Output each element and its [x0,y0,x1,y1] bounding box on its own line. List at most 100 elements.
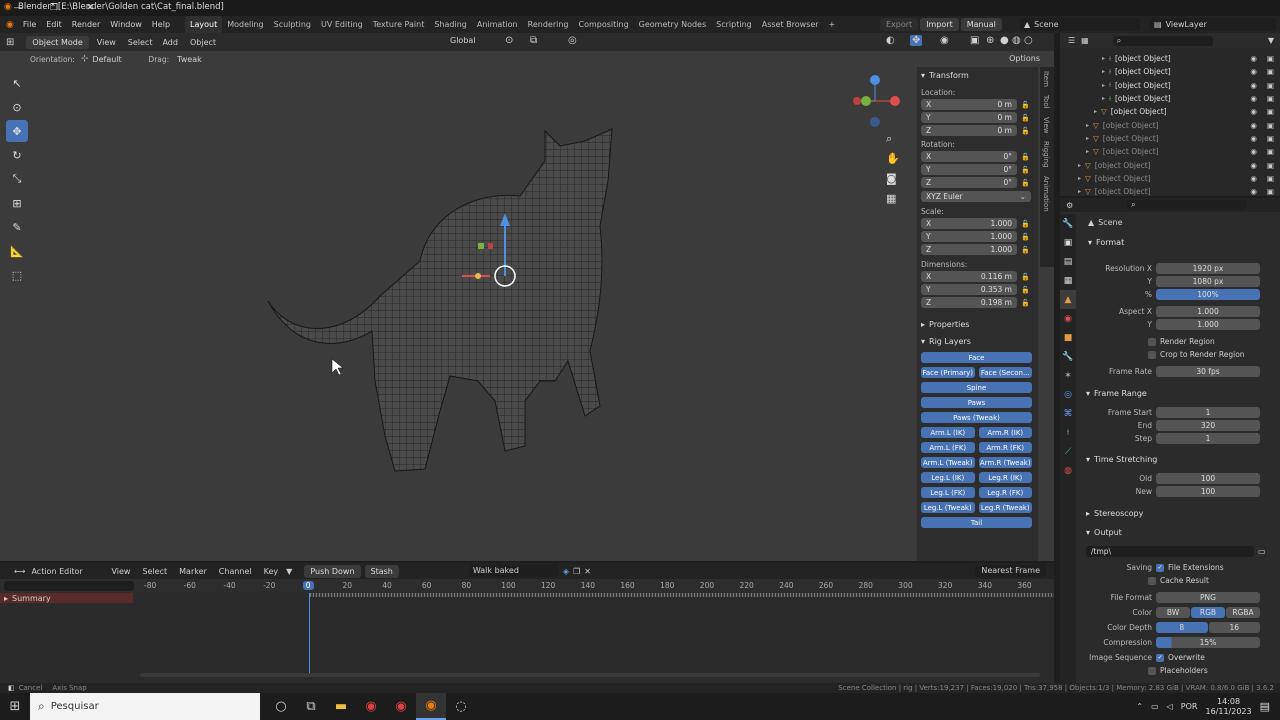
export-button[interactable]: Export [880,18,919,31]
tab-scripting[interactable]: Scripting [711,16,757,33]
lock-icon[interactable]: 🔓 [1021,299,1030,307]
format-section-title[interactable]: Format [1096,238,1124,247]
rot-field-x[interactable]: X 0° [921,151,1017,162]
menu-edit[interactable]: Edit [41,16,67,33]
resolution-x-field[interactable]: 1920 px [1156,263,1260,274]
outliner-item-name[interactable]: [object Object] [1115,81,1171,90]
outliner-item-name[interactable]: [object Object] [1103,147,1159,156]
rig-layer-button[interactable]: Arm.R (Tweak) [978,457,1032,468]
orientation-dropdown[interactable]: Default [92,55,138,64]
sidebar-tab-item[interactable]: Item [1040,67,1052,91]
lock-icon[interactable]: 🔓 [1021,286,1030,294]
outliner-item[interactable]: ▸ ⟊ [object Object] ◉ ▣ [1060,52,1280,65]
render-camera-icon[interactable]: ▣ [1267,134,1274,143]
output-properties-icon[interactable]: ▤ [1060,252,1076,271]
loc-field-x[interactable]: X 0 m [921,99,1017,110]
menu-render[interactable]: Render [67,16,105,33]
compression-slider[interactable]: 15% [1156,637,1260,648]
tab-layout[interactable]: Layout [185,16,223,33]
visibility-eye-icon[interactable]: ◉ [1250,134,1257,143]
rot-field-y[interactable]: Y 0° [921,164,1017,175]
visibility-eye-icon[interactable]: ◉ [1250,161,1257,170]
sc-field-y[interactable]: Y 1.000 [921,231,1017,242]
outliner-type-icon[interactable]: ☰ [1068,36,1075,45]
fake-user-icon[interactable]: ◈ [563,567,569,576]
scale-tool-icon[interactable]: ⤡ [6,168,28,190]
section-header[interactable]: ▾ Time Stretching [1086,453,1276,466]
timeline-menu-marker[interactable]: Marker [179,567,207,576]
folder-icon[interactable]: ▭ [1258,547,1266,556]
outliner-item[interactable]: ▸ ⟊ [object Object] ◉ ▣ [1060,65,1280,78]
lock-icon[interactable]: 🔓 [1021,101,1030,109]
playhead-line[interactable] [309,593,310,677]
frame-step-field[interactable]: 1 [1156,433,1260,444]
world-properties-icon[interactable]: ◉ [1060,309,1076,328]
rig-layer-button[interactable]: Arm.R (FK) [978,442,1032,453]
rot-field-z[interactable]: Z 0° [921,177,1017,188]
tab-geometry-nodes[interactable]: Geometry Nodes [634,16,711,33]
tray-arrow-icon[interactable]: ⌃ [1136,702,1143,711]
sc-field-x[interactable]: X 1.000 [921,218,1017,229]
rig-layer-button[interactable]: Leg.L (FK) [921,487,975,498]
sidebar-tab-tool[interactable]: Tool [1040,91,1052,113]
frame-range-title[interactable]: Frame Range [1094,389,1147,398]
zoom-icon[interactable]: ⌕ [886,129,900,149]
tab-asset-browser[interactable]: Asset Browser [757,16,824,33]
color-rgb-button[interactable]: RGB [1191,607,1225,618]
tab-shading[interactable]: Shading [429,16,472,33]
keyframe-dropdown-icon[interactable]: ▼ [286,567,292,576]
rig-layer-button[interactable]: Tail [921,517,1032,528]
timeline-menu-channel[interactable]: Channel [219,567,252,576]
display-mode-icon[interactable]: ▦ [1081,36,1089,45]
render-camera-icon[interactable]: ▣ [1267,147,1274,156]
lock-icon[interactable]: 🔓 [1021,166,1030,174]
rig-layer-button[interactable]: Face (Primary) [921,367,975,378]
tab-uv-editing[interactable]: UV Editing [316,16,368,33]
cortana-icon[interactable]: ○ [266,693,296,720]
render-camera-icon[interactable]: ▣ [1267,174,1274,183]
timeline-menu-key[interactable]: Key [264,567,279,576]
frame-rate-dropdown[interactable]: 30 fps [1156,366,1260,377]
language-indicator[interactable]: POR [1181,702,1198,711]
expand-arrow-icon[interactable]: ▸ [1086,122,1089,129]
cache-result-checkbox[interactable] [1148,576,1156,585]
rig-layer-button[interactable]: Paws (Tweak) [921,412,1032,423]
lock-icon[interactable]: 🔓 [1021,153,1030,161]
manual-button[interactable]: Manual [960,18,1002,31]
outliner-item-name[interactable]: [object Object] [1111,107,1167,116]
visibility-eye-icon[interactable]: ◉ [1250,147,1257,156]
tab-sculpting[interactable]: Sculpting [269,16,316,33]
dim-field-z[interactable]: Z 0.198 m [921,297,1017,308]
lock-icon[interactable]: 🔓 [1021,114,1030,122]
xray-icon[interactable]: ▣ [970,35,979,46]
camera-view-icon[interactable]: ◙ [886,169,900,189]
dim-field-x[interactable]: X 0.116 m [921,271,1017,282]
visibility-icon[interactable]: ◐ [886,35,895,46]
render-properties-icon[interactable]: ▣ [1060,233,1076,252]
rig-layer-button[interactable]: Leg.R (IK) [978,472,1032,483]
transform-tool-icon[interactable]: ⊞ [6,192,28,214]
lock-icon[interactable]: 🔓 [1021,246,1030,254]
add-cube-tool-icon[interactable]: ⬚ [6,264,28,286]
pan-hand-icon[interactable]: ✋ [886,149,900,169]
gizmo-toggle-icon[interactable]: ✥ [910,35,923,46]
outliner-item-name[interactable]: [object Object] [1095,174,1151,183]
scene-selector[interactable]: Scene [1034,20,1058,29]
outliner-item[interactable]: ▸ ▽ [object Object] ◉ ▣ [1060,158,1280,171]
proportional-edit-icon[interactable]: ◎ [568,35,577,46]
3d-viewport[interactable]: ⌕ ✋ ◙ ▦ Options [0,51,1054,561]
timeline-menu-select[interactable]: Select [142,567,167,576]
menu-file[interactable]: File [18,16,41,33]
rendered-shading-icon[interactable]: ○ [1024,35,1033,46]
clock[interactable]: 14:08 16/11/2023 [1205,697,1251,717]
wireframe-shading-icon[interactable]: ⊕ [986,35,994,46]
filter-icon[interactable]: ▼ [1268,36,1274,45]
frame-end-field[interactable]: 320 [1156,420,1260,431]
properties-panel-title[interactable]: Properties [929,320,969,329]
visibility-eye-icon[interactable]: ◉ [1250,187,1257,196]
overlay-icon[interactable]: ◉ [940,35,949,46]
timeline-scrollbar[interactable] [140,673,1040,677]
rig-layer-button[interactable]: Leg.R (FK) [978,487,1032,498]
object-properties-icon[interactable]: ■ [1060,328,1076,347]
rotation-mode-dropdown[interactable]: XYZ Euler ⌄ [921,191,1031,202]
